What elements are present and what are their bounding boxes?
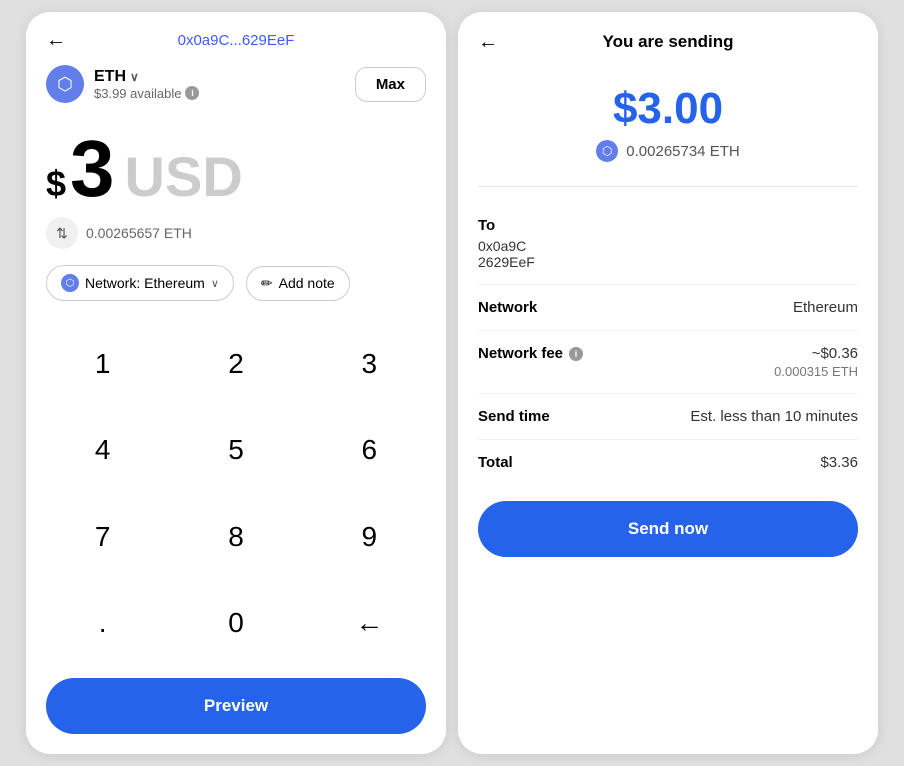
- numpad-key-1[interactable]: 1: [36, 321, 169, 407]
- back-button-left[interactable]: ←: [46, 29, 66, 52]
- pencil-icon: ✏: [261, 275, 273, 292]
- token-available: $3.99 available i: [94, 86, 199, 101]
- network-chevron-icon: ∨: [211, 277, 219, 290]
- to-address-line1: 0x0a9C: [478, 238, 858, 254]
- fee-eth: 0.000315 ETH: [774, 364, 858, 379]
- network-detail: Network Ethereum: [478, 285, 858, 331]
- sending-amount-section: $3.00 ⬡ 0.00265734 ETH: [458, 68, 878, 170]
- send-time-value: Est. less than 10 minutes: [690, 408, 858, 425]
- eth-logo-icon: ⬡: [46, 65, 84, 103]
- total-detail: Total $3.36: [478, 440, 858, 485]
- detail-section: To 0x0a9C 2629EeF Network Ethereum Netwo…: [458, 203, 878, 485]
- numpad-key-6[interactable]: 6: [303, 407, 436, 493]
- network-selector[interactable]: ⬡ Network: Ethereum ∨: [46, 265, 234, 301]
- numpad-key-dot[interactable]: .: [36, 580, 169, 666]
- add-note-button[interactable]: ✏ Add note: [246, 266, 350, 301]
- total-value: $3.36: [820, 454, 858, 471]
- sending-usd-amount: $3.00: [478, 84, 858, 134]
- fee-detail: Network fee i ~$0.36 0.000315 ETH: [478, 331, 858, 394]
- network-eth-icon: ⬡: [61, 274, 79, 292]
- controls-row: ⬡ Network: Ethereum ∨ ✏ Add note: [26, 265, 446, 321]
- numpad-key-backspace[interactable]: ←: [303, 580, 436, 666]
- to-label: To: [478, 217, 858, 234]
- info-icon[interactable]: i: [185, 86, 199, 100]
- fee-detail-value: ~$0.36 0.000315 ETH: [774, 345, 858, 379]
- amount-display: $ 3 USD: [26, 119, 446, 217]
- amount-number: 3: [70, 129, 115, 209]
- eth-equiv-text: 0.00265657 ETH: [86, 225, 192, 241]
- wallet-address[interactable]: 0x0a9C...629EeF: [178, 32, 295, 49]
- fee-info-icon[interactable]: i: [569, 347, 583, 361]
- send-screen: ← 0x0a9C...629EeF ⬡ ETH ∨ $3.99 availabl…: [26, 12, 446, 754]
- token-row: ⬡ ETH ∨ $3.99 available i Max: [26, 65, 446, 119]
- numpad-key-0[interactable]: 0: [169, 580, 302, 666]
- send-time-label: Send time: [478, 408, 550, 425]
- send-now-button[interactable]: Send now: [478, 501, 858, 557]
- numpad-key-9[interactable]: 9: [303, 494, 436, 580]
- to-address-line2: 2629EeF: [478, 254, 858, 270]
- confirm-screen: ← You are sending $3.00 ⬡ 0.00265734 ETH…: [458, 12, 878, 754]
- currency-label: USD: [125, 144, 243, 209]
- token-info: ⬡ ETH ∨ $3.99 available i: [46, 65, 199, 103]
- to-detail: To 0x0a9C 2629EeF: [478, 203, 858, 285]
- divider: [478, 186, 858, 187]
- chevron-down-icon: ∨: [130, 70, 139, 84]
- fee-usd: ~$0.36: [774, 345, 858, 362]
- numpad-key-3[interactable]: 3: [303, 321, 436, 407]
- numpad-key-4[interactable]: 4: [36, 407, 169, 493]
- dollar-sign: $: [46, 163, 66, 205]
- token-name-label: ETH: [94, 68, 126, 86]
- numpad-key-5[interactable]: 5: [169, 407, 302, 493]
- numpad-key-2[interactable]: 2: [169, 321, 302, 407]
- network-label: Network: Ethereum: [85, 275, 205, 291]
- preview-button[interactable]: Preview: [46, 678, 426, 734]
- fee-detail-label: Network fee i: [478, 345, 583, 362]
- back-button-right[interactable]: ←: [478, 31, 498, 54]
- sending-eth-amount: 0.00265734 ETH: [626, 143, 739, 160]
- numpad: 1 2 3 4 5 6 7 8 9 . 0 ←: [26, 321, 446, 666]
- token-details: ETH ∨ $3.99 available i: [94, 68, 199, 101]
- add-note-label: Add note: [279, 275, 335, 291]
- network-detail-label: Network: [478, 299, 537, 316]
- max-button[interactable]: Max: [355, 67, 426, 102]
- sending-eth-icon: ⬡: [596, 140, 618, 162]
- sending-eth-row: ⬡ 0.00265734 ETH: [478, 140, 858, 162]
- available-amount: $3.99 available: [94, 86, 181, 101]
- fee-label-text: Network fee: [478, 345, 563, 362]
- total-label: Total: [478, 454, 513, 471]
- send-time-detail: Send time Est. less than 10 minutes: [478, 394, 858, 440]
- token-selector[interactable]: ETH ∨: [94, 68, 199, 86]
- swap-icon[interactable]: ⇅: [46, 217, 78, 249]
- left-header: ← 0x0a9C...629EeF: [26, 32, 446, 65]
- eth-equiv-row: ⇅ 0.00265657 ETH: [26, 217, 446, 265]
- numpad-key-8[interactable]: 8: [169, 494, 302, 580]
- network-detail-value: Ethereum: [793, 299, 858, 316]
- right-header: ← You are sending: [458, 32, 878, 68]
- numpad-key-7[interactable]: 7: [36, 494, 169, 580]
- page-title: You are sending: [603, 32, 734, 52]
